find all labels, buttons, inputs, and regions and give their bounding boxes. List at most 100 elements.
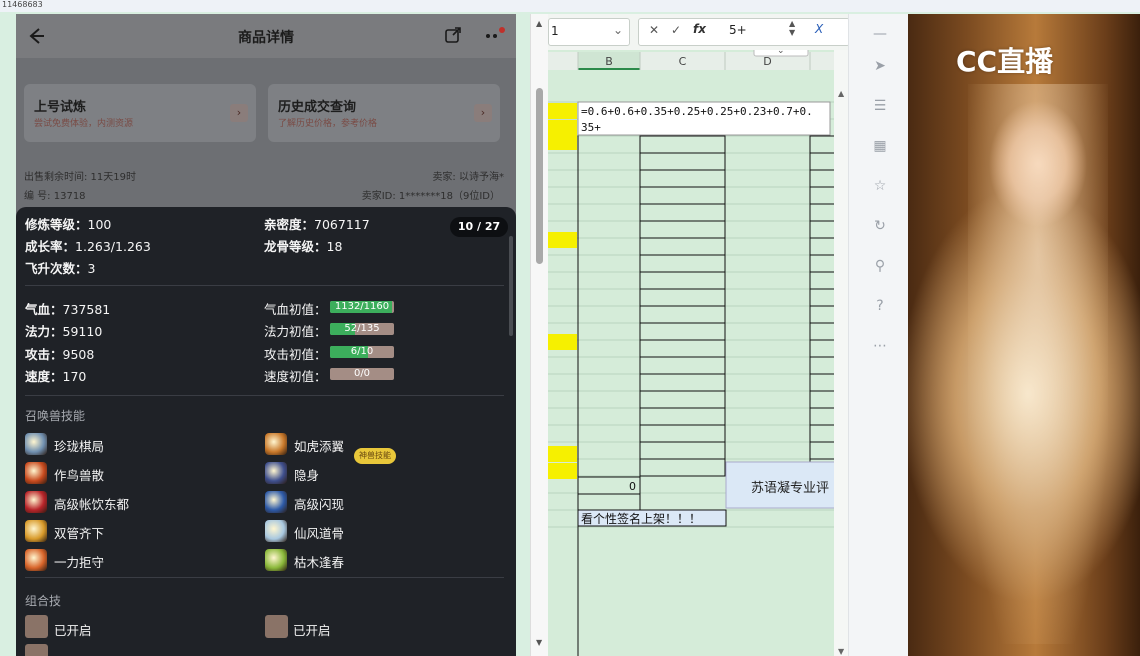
svg-text:▲: ▲ <box>838 89 845 98</box>
spreadsheet: B C D =0.6+0.6+0.35+0.25+0.25+0.23+0.7+0. 35… <box>548 14 848 656</box>
page-counter-badge: 10 / 27 <box>450 217 508 237</box>
initial-attack-label: 攻击初值： <box>264 347 327 362</box>
skill-icon[interactable] <box>265 549 287 571</box>
skill-icon[interactable] <box>265 433 287 455</box>
divine-skill-badge: 神兽技能 <box>354 448 396 464</box>
combo-label: 已开启 <box>54 623 92 638</box>
more-icon[interactable]: ⋯ <box>872 338 888 354</box>
trial-card-subtitle: 尝试免费体验，内测资源 <box>34 119 134 129</box>
combo-icon <box>25 644 48 656</box>
history-card-subtitle: 了解历史价格，参考价格 <box>278 119 378 129</box>
name-box[interactable]: 1 ⌄ <box>548 18 630 46</box>
spin-icon[interactable]: ▲ ▼ <box>789 19 795 37</box>
skill-name: 珍珑棋局 <box>54 439 105 454</box>
pet-detail-panel: 10 / 27 修炼等级：100 亲密度：7067117 成长率：1.263/1… <box>16 207 516 656</box>
initial-hp-bar: 1132/1160 <box>330 301 394 313</box>
stat-attack: 攻击：9508 <box>25 347 95 362</box>
phone-panel: 商品详情 上号试炼 尝试免费体验，内测资源 › 历史成交查询 了解历史价格，参考… <box>16 14 516 656</box>
skill-icon[interactable] <box>25 462 47 484</box>
stat-speed: 速度：170 <box>25 369 87 384</box>
initial-mp-bar: 52/135 <box>330 323 394 335</box>
skill-icon[interactable] <box>25 549 47 571</box>
top-strip: 11468683 <box>0 0 1140 12</box>
stat-hp: 气血：737581 <box>25 302 111 317</box>
more-options-icon[interactable] <box>484 26 508 44</box>
skill-name: 隐身 <box>294 468 320 483</box>
stat-cultivation: 修炼等级：100 <box>25 217 112 232</box>
trial-card[interactable]: 上号试炼 尝试免费体验，内测资源 › <box>24 84 256 142</box>
combo-icon <box>265 615 288 638</box>
seller-id: 卖家ID: 1*******18（9位ID） <box>361 191 500 202</box>
skill-name: 如虎添翼 <box>294 439 345 454</box>
formula-bar: 1 ⌄ ✕ ✓ fx 5+ ▲ ▼ X <box>548 14 850 50</box>
column-header: D <box>763 55 771 68</box>
formula-value: 5+ <box>729 23 747 37</box>
detail-scrollbar[interactable] <box>509 236 513 336</box>
side-toolbar: — ➤ ☰ ▦ ☆ ↻ ⚲ ? ⋯ <box>848 14 909 656</box>
phone-header: 商品详情 <box>16 14 516 58</box>
skill-name: 双管齐下 <box>54 526 105 541</box>
cell-zero: 0 <box>629 480 636 493</box>
column-header: C <box>679 55 687 68</box>
confirm-icon[interactable]: ✓ <box>671 23 681 37</box>
combo-section-title: 组合技 <box>25 594 62 608</box>
divider <box>25 285 504 286</box>
combo-label: 已开启 <box>293 623 331 638</box>
skills-section-title: 召唤兽技能 <box>25 409 86 423</box>
help-icon[interactable]: ? <box>872 298 888 314</box>
function-icon[interactable]: fx <box>693 22 706 36</box>
scrollbar-thumb[interactable] <box>536 88 543 264</box>
sell-time: 出售剩余时间: 11天19时 <box>24 172 136 183</box>
formula-clear-icon[interactable]: X <box>815 22 823 36</box>
stat-dragon-bone: 龙骨等级：18 <box>264 239 343 254</box>
history-card[interactable]: 历史成交查询 了解历史价格，参考价格 › <box>268 84 500 142</box>
skill-icon[interactable] <box>25 520 47 542</box>
column-header: B <box>605 55 613 68</box>
skill-name: 枯木逢春 <box>294 555 345 570</box>
stat-growth: 成长率：1.263/1.263 <box>25 239 151 254</box>
skill-icon[interactable] <box>25 491 47 513</box>
skill-name: 高级帐饮东都 <box>54 497 130 512</box>
skill-icon[interactable] <box>25 433 47 455</box>
search-doc-icon[interactable]: ⚲ <box>872 258 888 274</box>
scroll-up-icon[interactable]: ▲ <box>536 19 542 28</box>
cancel-icon[interactable]: ✕ <box>649 23 659 37</box>
share-icon[interactable] <box>444 26 462 44</box>
veil-overlay <box>968 84 1108 644</box>
initial-mp-label: 法力初值： <box>264 324 327 339</box>
initial-speed-label: 速度初值： <box>264 369 327 384</box>
chevron-down-icon: ⌄ <box>612 23 623 37</box>
divider <box>25 577 504 578</box>
page-title: 商品详情 <box>238 30 294 46</box>
combo-icon <box>25 615 48 638</box>
formula-input[interactable]: ✕ ✓ fx 5+ ▲ ▼ X <box>638 18 850 46</box>
cc-live-logo: CC直播 <box>956 45 1054 78</box>
initial-attack-bar: 6/10 <box>330 346 394 358</box>
skill-icon[interactable] <box>265 520 287 542</box>
refresh-icon[interactable]: ↻ <box>872 218 888 234</box>
cell-review-text: 苏语凝专业评 <box>751 480 829 496</box>
skill-icon[interactable] <box>265 462 287 484</box>
minimize-icon[interactable]: — <box>872 26 888 42</box>
cursor-icon[interactable]: ➤ <box>872 58 888 74</box>
initial-speed-bar: 0/0 <box>330 368 394 380</box>
divider <box>25 395 504 396</box>
skill-name: 仙风道骨 <box>294 526 345 541</box>
layout-icon[interactable]: ▦ <box>872 138 888 154</box>
page-scrollbar[interactable]: ▲ ▼ <box>530 14 549 656</box>
cell-formula-text: 35+ <box>581 121 601 134</box>
history-card-title: 历史成交查询 <box>278 100 357 115</box>
stat-intimacy: 亲密度：7067117 <box>264 217 370 232</box>
star-icon[interactable]: ☆ <box>872 178 888 194</box>
settings-sliders-icon[interactable]: ☰ <box>872 98 888 114</box>
chevron-right-icon: › <box>230 104 248 122</box>
cell-formula-text: =0.6+0.6+0.35+0.25+0.25+0.23+0.7+0. <box>581 105 813 118</box>
stat-ascension: 飞升次数：3 <box>25 261 96 276</box>
skill-icon[interactable] <box>265 491 287 513</box>
top-strip-text: 11468683 <box>2 0 43 9</box>
chevron-right-icon: › <box>474 104 492 122</box>
skill-name: 一力拒守 <box>54 555 105 570</box>
trial-card-title: 上号试炼 <box>34 100 87 115</box>
skill-name: 作鸟兽散 <box>54 468 105 483</box>
scroll-down-icon[interactable]: ▼ <box>536 638 542 647</box>
